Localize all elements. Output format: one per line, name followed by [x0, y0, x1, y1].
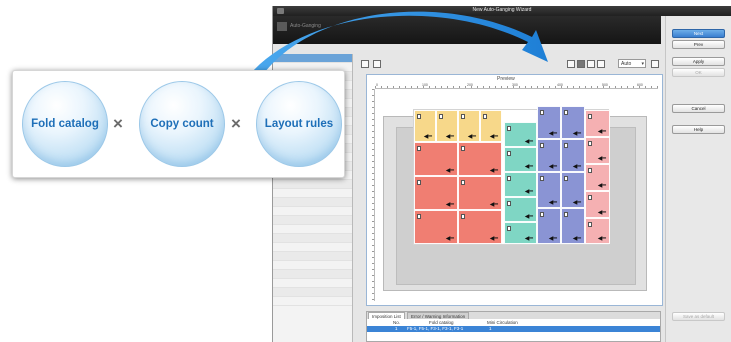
- imposition-layout: ◀━ ◀━ ◀━ ◀━ ◀━ ◀━ ◀━ ◀━ ◀━ ◀━ ◀━ ◀━ ◀━ ◀…: [413, 106, 610, 245]
- page-cell[interactable]: ◀━: [414, 176, 458, 210]
- step-item[interactable]: [273, 189, 352, 198]
- table-cell: F5-1, F5-1, F3-1, F3-1, F3-1: [407, 326, 464, 331]
- table-cell: 1: [395, 326, 398, 331]
- page-cell[interactable]: ◀━: [504, 122, 537, 147]
- column-header[interactable]: Mini Circulation: [487, 320, 518, 325]
- layout-list-icon[interactable]: [361, 60, 369, 68]
- step-item[interactable]: [273, 234, 352, 243]
- page-cell[interactable]: ◀━: [585, 137, 610, 164]
- bubble-copy-count: Copy count: [139, 81, 225, 167]
- ruler-number: 0: [376, 83, 378, 87]
- page-cell[interactable]: ◀━: [480, 110, 502, 142]
- save-default-button[interactable]: Save as default: [672, 312, 725, 321]
- tab-error-warning[interactable]: Error / Warning Information: [407, 312, 470, 319]
- step-item[interactable]: [273, 180, 352, 189]
- step-item[interactable]: [273, 225, 352, 234]
- step-item[interactable]: [273, 54, 352, 63]
- column-header[interactable]: No.: [393, 320, 400, 325]
- zoom-out-icon[interactable]: [597, 60, 605, 68]
- page-cell[interactable]: ◀━: [504, 147, 537, 172]
- apply-button[interactable]: Apply: [672, 57, 725, 66]
- bottom-panel: Imposition List Error / Warning Informat…: [366, 311, 661, 342]
- page-cell[interactable]: ◀━: [537, 106, 561, 139]
- ruler-number: 300: [512, 83, 518, 87]
- step-item[interactable]: [273, 270, 352, 279]
- page-cell[interactable]: ◀━: [504, 172, 537, 197]
- table-row[interactable]: 1 F5-1, F5-1, F3-1, F3-1, F3-1 1: [367, 326, 660, 332]
- page-cell[interactable]: ◀━: [414, 210, 458, 244]
- preview-toolbar: Auto ▾: [361, 57, 661, 71]
- page-cell[interactable]: ◀━: [414, 142, 458, 176]
- chevron-down-icon: ▾: [641, 61, 644, 67]
- bubble-fold-catalog: Fold catalog: [22, 81, 108, 167]
- next-button[interactable]: Next: [672, 29, 725, 38]
- page-cell[interactable]: ◀━: [537, 139, 561, 172]
- header-text: Auto-Ganging: [290, 23, 321, 29]
- column-header[interactable]: Fold catalog: [429, 320, 454, 325]
- tab-imposition-list[interactable]: Imposition List: [368, 312, 405, 319]
- tab-bar: Imposition List Error / Warning Informat…: [367, 312, 660, 319]
- zoom-in-icon[interactable]: [587, 60, 595, 68]
- stage: New Auto-Ganging Wizard Auto-Ganging Aut…: [0, 0, 731, 342]
- page-cell[interactable]: ◀━: [458, 142, 502, 176]
- page-cell[interactable]: ◀━: [537, 172, 561, 208]
- step-item[interactable]: [273, 279, 352, 288]
- concept-callout: Fold catalog × Copy count × Layout rules: [12, 70, 345, 178]
- ruler-number: 100: [422, 83, 428, 87]
- sheet-icon[interactable]: [373, 60, 381, 68]
- window-title: New Auto-Ganging Wizard: [472, 7, 532, 13]
- page-cell[interactable]: ◀━: [414, 110, 436, 142]
- page-cell[interactable]: ◀━: [585, 191, 610, 218]
- page-view-icon[interactable]: [577, 60, 585, 68]
- grid-icon[interactable]: [567, 60, 575, 68]
- title-bar: New Auto-Ganging Wizard: [273, 6, 731, 16]
- wizard-icon: [277, 22, 287, 31]
- header-band: Auto-Ganging: [273, 16, 661, 44]
- page-cell[interactable]: ◀━: [561, 106, 585, 139]
- button-column: Next Prev Apply OK Cancel Help Save as d…: [665, 16, 731, 342]
- step-item[interactable]: [273, 252, 352, 261]
- step-item[interactable]: [273, 198, 352, 207]
- bubble-label: Fold catalog: [31, 118, 99, 130]
- page-cell[interactable]: ◀━: [436, 110, 458, 142]
- step-item[interactable]: [273, 216, 352, 225]
- cancel-button[interactable]: Cancel: [672, 104, 725, 113]
- page-cell[interactable]: ◀━: [585, 164, 610, 191]
- times-icon: ×: [113, 114, 123, 133]
- step-item[interactable]: [273, 288, 352, 297]
- page-cell[interactable]: ◀━: [458, 176, 502, 210]
- page-cell[interactable]: ◀━: [585, 110, 610, 137]
- ruler-number: 600: [637, 83, 643, 87]
- ruler-number: 400: [557, 83, 563, 87]
- bubble-label: Copy count: [150, 118, 214, 130]
- page-cell[interactable]: ◀━: [561, 139, 585, 172]
- zoom-value: Auto: [621, 61, 632, 67]
- vertical-ruler: [369, 89, 375, 301]
- page-cell[interactable]: ◀━: [458, 110, 480, 142]
- table-cell: 1: [489, 326, 492, 331]
- prev-button[interactable]: Prev: [672, 40, 725, 49]
- help-button[interactable]: Help: [672, 125, 725, 134]
- step-item[interactable]: [273, 261, 352, 270]
- bubble-layout-rules: Layout rules: [256, 81, 342, 167]
- step-item[interactable]: [273, 207, 352, 216]
- ruler-number: 200: [467, 83, 473, 87]
- bubble-label: Layout rules: [264, 118, 334, 130]
- page-cell[interactable]: ◀━: [504, 197, 537, 222]
- page-cell[interactable]: ◀━: [458, 210, 502, 244]
- ok-button[interactable]: OK: [672, 68, 725, 77]
- fit-icon[interactable]: [651, 60, 659, 68]
- page-cell[interactable]: ◀━: [585, 218, 610, 244]
- preview-canvas[interactable]: Preview 0 100 200 300 400 500 600 ◀━ ◀━ …: [366, 74, 663, 306]
- page-cell[interactable]: ◀━: [561, 208, 585, 244]
- page-cell[interactable]: ◀━: [504, 222, 537, 244]
- page-cell[interactable]: ◀━: [561, 172, 585, 208]
- page-cell[interactable]: ◀━: [537, 208, 561, 244]
- times-icon: ×: [231, 114, 241, 133]
- step-item[interactable]: [273, 297, 352, 306]
- ruler-number: 500: [602, 83, 608, 87]
- step-item[interactable]: [273, 243, 352, 252]
- zoom-select[interactable]: Auto ▾: [618, 59, 646, 68]
